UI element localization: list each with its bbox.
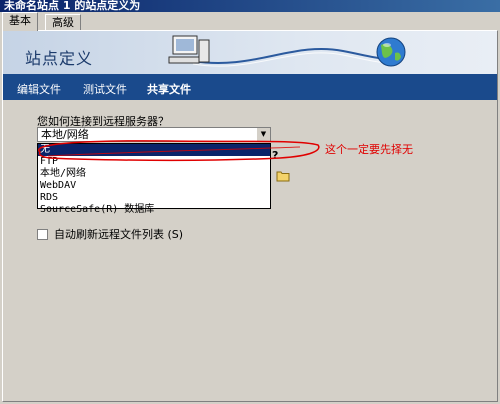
dropdown-arrow-icon[interactable]: ▼	[256, 128, 270, 141]
computer-icon	[168, 35, 210, 64]
partially-hidden-question-mark: ?	[272, 149, 279, 162]
folder-icon[interactable]	[276, 170, 291, 182]
auto-refresh-checkbox[interactable]	[37, 229, 48, 240]
tab-basic[interactable]: 基本	[2, 12, 38, 31]
auto-refresh-row[interactable]: 自动刷新远程文件列表 (S)	[37, 226, 183, 242]
globe-icon	[376, 37, 406, 67]
option-local-network[interactable]: 本地/网络	[38, 168, 270, 180]
banner: 站点定义	[3, 31, 497, 74]
option-webdav[interactable]: WebDAV	[38, 180, 270, 192]
select-current-value: 本地/网络	[41, 128, 89, 141]
banner-graphic	[168, 35, 406, 67]
remote-access-dropdown-list: 无 FTP 本地/网络 WebDAV RDS SourceSafe(R) 数据库	[37, 143, 271, 215]
auto-refresh-label: 自动刷新远程文件列表 (S)	[54, 228, 184, 241]
annotation-note: 这个一定要先择无	[325, 143, 413, 156]
option-none[interactable]: 无	[38, 144, 270, 156]
nav-share-files[interactable]: 共享文件	[147, 81, 191, 97]
window-title-bar: 未命名站点 1 的站点定义为	[0, 0, 500, 12]
nav-test-files[interactable]: 测试文件	[83, 81, 127, 97]
option-rds[interactable]: RDS	[38, 192, 270, 204]
nav-edit-files[interactable]: 编辑文件	[17, 81, 61, 97]
option-ftp[interactable]: FTP	[38, 156, 270, 168]
remote-access-select[interactable]: 本地/网络 ▼	[37, 127, 271, 142]
tab-strip: 基本 高级	[0, 12, 500, 31]
category-navbar: 编辑文件 测试文件 共享文件	[3, 74, 497, 100]
option-sourcesafe[interactable]: SourceSafe(R) 数据库	[38, 204, 270, 216]
tab-advanced[interactable]: 高级	[45, 14, 81, 30]
